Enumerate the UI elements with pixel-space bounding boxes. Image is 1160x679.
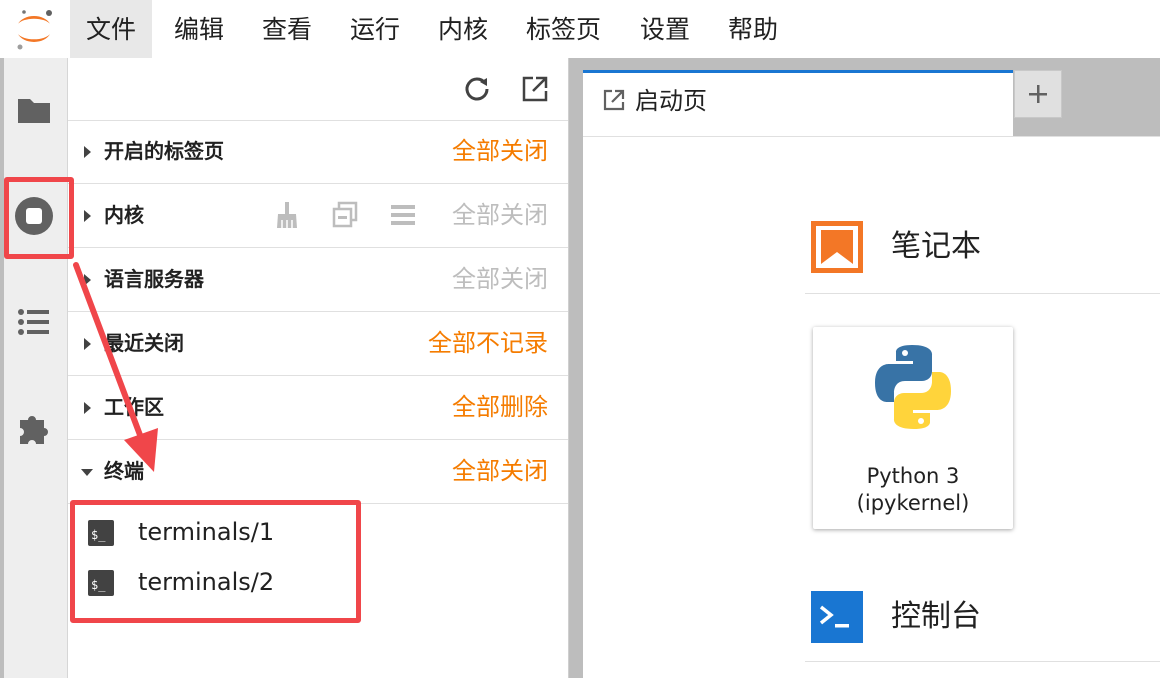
annotation-arrow	[73, 262, 158, 472]
